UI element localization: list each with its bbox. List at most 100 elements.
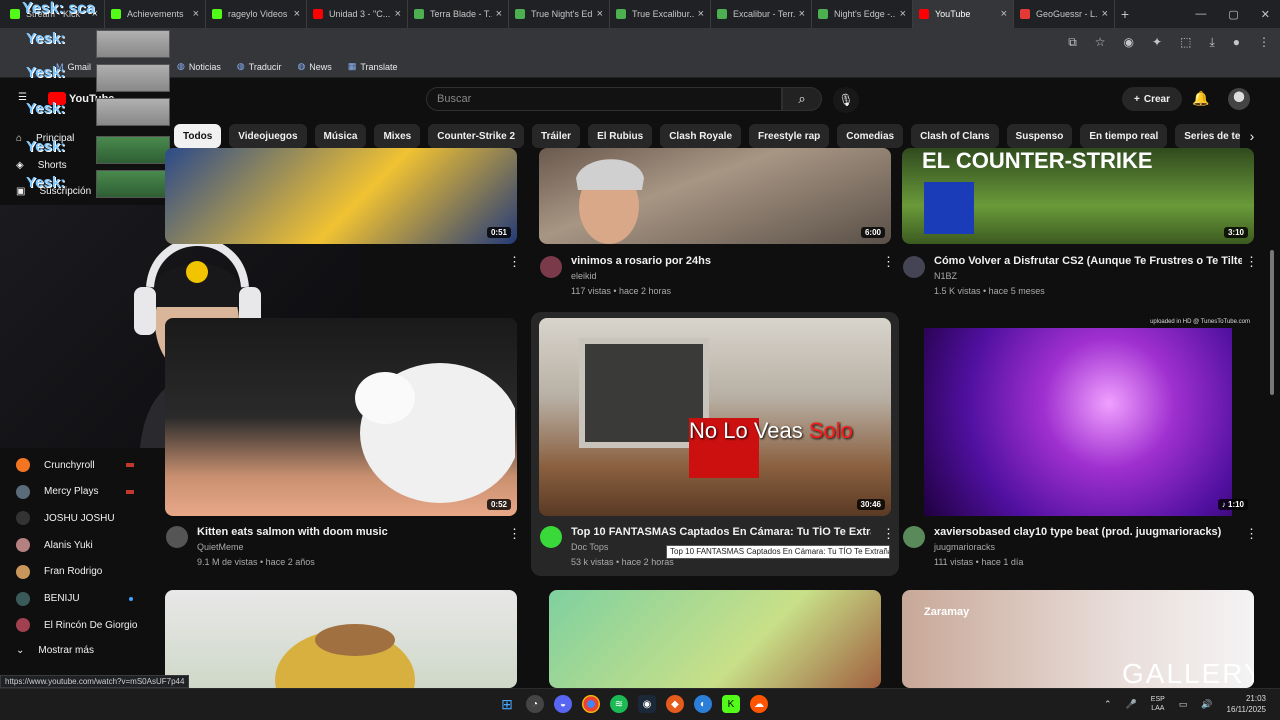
subscription-item[interactable]: Crunchyroll xyxy=(16,458,95,472)
close-tab-icon[interactable]: × xyxy=(1102,8,1108,20)
browser-tab[interactable]: True Night's Ed...× xyxy=(509,0,610,28)
filter-chip[interactable]: Suspenso xyxy=(1006,124,1073,148)
steam-icon[interactable]: ◉ xyxy=(638,695,656,713)
subscription-item[interactable]: BENIJU xyxy=(16,591,80,606)
channel-avatar[interactable] xyxy=(903,526,925,548)
close-tab-icon[interactable]: × xyxy=(193,8,199,20)
video-thumbnail[interactable]: EL COUNTER-STRIKE 3:10 xyxy=(902,148,1254,244)
filter-chip[interactable]: Mixes xyxy=(374,124,421,148)
channel-avatar[interactable] xyxy=(540,256,562,278)
filter-chip[interactable]: El Rubius xyxy=(588,124,653,148)
browser-tab[interactable]: YouTube × xyxy=(913,0,1014,28)
menu-icon[interactable]: ⋮ xyxy=(1258,35,1270,49)
close-tab-icon[interactable]: × xyxy=(799,8,805,20)
chevron-up-icon[interactable]: ⌃ xyxy=(1104,699,1112,710)
bookmark-translate[interactable]: ▦ Translate xyxy=(342,61,404,72)
video-title[interactable]: vinimos a rosario por 24hs xyxy=(571,255,871,267)
kick-icon[interactable]: K xyxy=(722,695,740,713)
profile-icon[interactable]: ● xyxy=(1233,35,1240,49)
video-thumbnail[interactable]: 0:52 xyxy=(165,318,517,516)
more-options-icon[interactable]: ⋮ xyxy=(1245,254,1258,270)
filter-chip[interactable]: Comedias xyxy=(837,124,904,148)
scrollbar[interactable] xyxy=(1270,250,1274,395)
app-icon[interactable]: ◐ xyxy=(694,695,712,713)
more-options-icon[interactable]: ⋮ xyxy=(882,254,895,270)
app-icon[interactable]: ◆ xyxy=(666,695,684,713)
bookmark-noticias[interactable]: ◍ Noticias xyxy=(171,61,227,72)
close-tab-icon[interactable]: × xyxy=(597,8,603,20)
filter-chip[interactable]: Todos xyxy=(174,124,222,148)
video-thumbnail[interactable] xyxy=(549,590,881,688)
cast-icon[interactable]: ⧉ xyxy=(1068,35,1077,50)
chevron-right-icon[interactable]: › xyxy=(1240,124,1264,148)
close-tab-icon[interactable]: × xyxy=(395,8,401,20)
channel-name[interactable]: eleikid xyxy=(571,271,597,281)
minimize-icon[interactable]: — xyxy=(1195,8,1206,20)
clock[interactable]: 21:03 16/11/2025 xyxy=(1227,693,1266,715)
video-thumbnail[interactable]: uploaded in HD @ TunesToTube.com ♪ 1:10 xyxy=(902,318,1254,516)
filter-chip[interactable]: Música xyxy=(314,124,367,148)
language-indicator[interactable]: ESP LAA xyxy=(1151,695,1165,713)
close-window-icon[interactable]: ✕ xyxy=(1261,8,1270,21)
more-options-icon[interactable]: ⋮ xyxy=(508,254,521,270)
filter-chip[interactable]: Clash Royale xyxy=(660,124,742,148)
browser-tab[interactable]: True Excalibur... × xyxy=(610,0,711,28)
account-avatar[interactable] xyxy=(1228,88,1250,110)
video-title[interactable]: Kitten eats salmon with doom music xyxy=(197,526,497,538)
extension-icon[interactable]: ◉ xyxy=(1124,35,1134,49)
filter-chip[interactable]: Tráiler xyxy=(532,124,581,148)
channel-name[interactable]: Doc Tops xyxy=(571,542,608,552)
voice-search-button[interactable]: 🎙 xyxy=(833,87,859,113)
channel-avatar[interactable] xyxy=(903,256,925,278)
search-input[interactable]: Buscar xyxy=(426,87,782,111)
channel-name[interactable]: N1BZ xyxy=(934,271,957,281)
close-tab-icon[interactable]: × xyxy=(294,8,300,20)
app-icon[interactable]: ◔ xyxy=(526,695,544,713)
channel-name[interactable]: QuietMeme xyxy=(197,542,244,552)
filter-chip[interactable]: Clash of Clans xyxy=(911,124,999,148)
notifications-bell-icon[interactable]: 🔔 xyxy=(1192,90,1209,107)
browser-tab[interactable]: Excalibur - Terr... × xyxy=(711,0,812,28)
subscription-item[interactable]: Mercy Plays xyxy=(16,484,98,499)
browser-tab[interactable]: Terra Blade - T... × xyxy=(408,0,509,28)
chrome-icon[interactable] xyxy=(582,695,600,713)
puzzle-icon[interactable]: ⬚ xyxy=(1180,35,1191,49)
maximize-icon[interactable]: ▢ xyxy=(1228,8,1238,21)
video-thumbnail[interactable]: Zaramay GALLERY xyxy=(902,590,1254,688)
channel-name[interactable]: juugmarioracks xyxy=(934,542,995,552)
video-thumbnail[interactable]: 6:00 xyxy=(539,148,891,244)
new-tab-button[interactable]: + xyxy=(1115,6,1135,22)
video-title[interactable]: xaviersobased clay10 type beat (prod. ju… xyxy=(934,526,1234,538)
close-tab-icon[interactable]: × xyxy=(698,8,704,20)
video-thumbnail[interactable]: 0:51 xyxy=(165,148,517,244)
browser-tab[interactable]: Unidad 3 - "C... × xyxy=(307,0,408,28)
filter-chip[interactable]: En tiempo real xyxy=(1080,124,1168,148)
close-tab-icon[interactable]: × xyxy=(1001,8,1007,20)
search-button[interactable]: ⌕ xyxy=(782,87,822,111)
video-title[interactable]: Cómo Volver a Disfrutar CS2 (Aunque Te F… xyxy=(934,255,1242,267)
volume-icon[interactable]: 🔊 xyxy=(1201,699,1212,710)
discord-icon[interactable]: ◒ xyxy=(554,695,572,713)
subscription-item[interactable]: El Rincón De Giorgio xyxy=(16,618,137,633)
subscription-item[interactable]: Alanis Yuki xyxy=(16,538,93,553)
more-options-icon[interactable]: ⋮ xyxy=(1245,526,1258,542)
close-tab-icon[interactable]: × xyxy=(900,8,906,20)
channel-avatar[interactable] xyxy=(166,526,188,548)
extension-icon[interactable]: ✦ xyxy=(1152,35,1162,49)
browser-tab[interactable]: rageylo Videos × xyxy=(206,0,307,28)
subscription-item[interactable]: Fran Rodrigo xyxy=(16,564,102,579)
video-title[interactable]: Top 10 FANTASMAS Captados En Cámara: Tu … xyxy=(571,526,871,538)
download-icon[interactable]: ⤓ xyxy=(1209,35,1214,50)
soundcloud-icon[interactable]: ☁ xyxy=(750,695,768,713)
create-button[interactable]: + Crear xyxy=(1122,87,1182,111)
subscription-item[interactable]: JOSHU JOSHU xyxy=(16,511,115,526)
bookmark-traducir[interactable]: ◍ Traducir xyxy=(231,61,288,72)
close-tab-icon[interactable]: × xyxy=(496,8,502,20)
windows-start-icon[interactable]: ⊞ xyxy=(498,695,516,713)
filter-chip[interactable]: Freestyle rap xyxy=(749,124,830,148)
channel-avatar[interactable] xyxy=(540,526,562,548)
microphone-icon[interactable]: 🎤 xyxy=(1126,699,1137,710)
spotify-icon[interactable]: ≋ xyxy=(610,695,628,713)
filter-chip[interactable]: Videojuegos xyxy=(229,124,307,148)
show-more-button[interactable]: ⌄ Mostrar más xyxy=(16,645,94,656)
